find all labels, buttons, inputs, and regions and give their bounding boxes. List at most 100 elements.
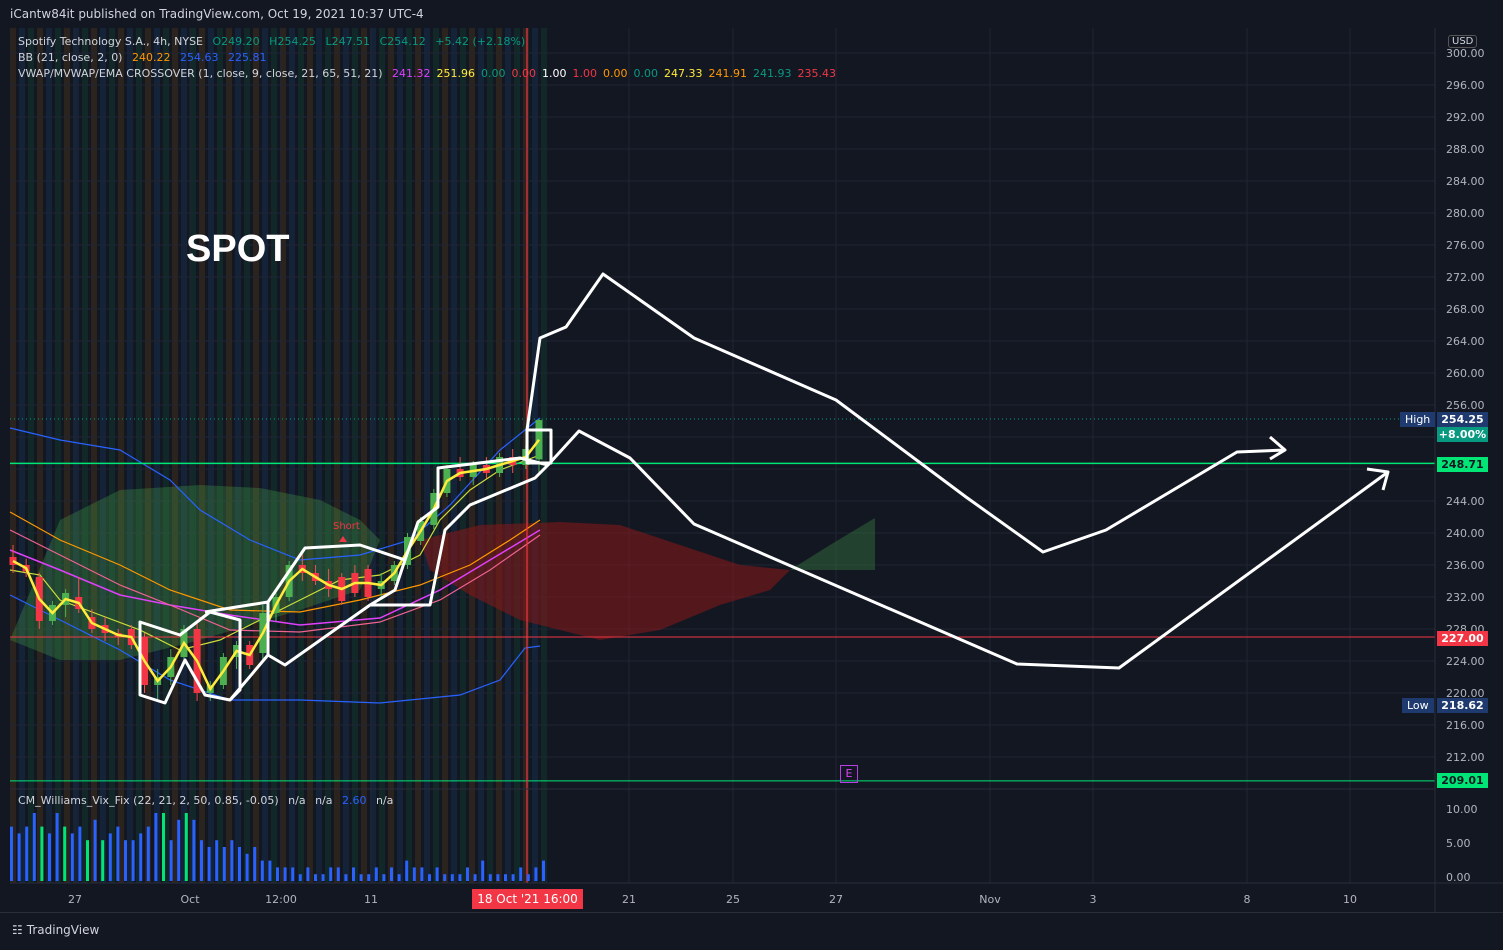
legend-vwap-name: VWAP/MVWAP/EMA CROSSOVER (1, close, 9, c… (18, 67, 383, 80)
session-stripe (244, 28, 250, 883)
session-stripe (424, 28, 430, 883)
vixfix-bar (352, 867, 355, 881)
vixfix-bar (108, 833, 112, 881)
session-stripe (253, 28, 259, 883)
legend-vixfix-v1: n/a (288, 794, 306, 807)
session-stripe (478, 28, 484, 883)
vixfix-bar (542, 860, 545, 881)
legend-vwap-value: 241.91 (708, 67, 748, 80)
vixfix-bar (86, 840, 89, 881)
vixfix-bar (298, 874, 302, 881)
bottom-level-tag: 209.01 (1437, 773, 1488, 788)
cloud-green-future (790, 518, 875, 570)
session-stripe (496, 28, 502, 883)
price-tick-label: 296.00 (1446, 79, 1485, 92)
vixfix-bar (443, 874, 447, 881)
session-stripe (271, 28, 277, 883)
price-tick-label: 280.00 (1446, 207, 1485, 220)
vixfix-bar (435, 867, 439, 881)
currency-badge[interactable]: USD (1448, 35, 1478, 48)
green-level-tag: 248.71 (1437, 457, 1488, 472)
session-stripe (388, 28, 394, 883)
session-stripe (190, 28, 196, 883)
vixfix-bar (48, 833, 51, 881)
price-tick-label: 232.00 (1446, 591, 1485, 604)
session-stripe (217, 28, 223, 883)
session-stripe (136, 28, 142, 883)
price-tick-label: 236.00 (1446, 559, 1485, 572)
vixfix-bar (481, 860, 485, 881)
vixfix-bar (78, 826, 82, 881)
session-stripe (226, 28, 232, 883)
session-stripe (100, 28, 106, 883)
vixfix-bar (336, 867, 340, 881)
legend-vwap-values: 241.32 251.96 0.00 0.00 1.00 1.00 0.00 0.00 247.… (392, 67, 842, 80)
session-stripe (199, 28, 205, 883)
price-tick-label: 256.00 (1446, 399, 1485, 412)
vixfix-bar (496, 874, 500, 881)
session-stripe (172, 28, 178, 883)
legend-change: +5.42 (+2.18%) (435, 35, 526, 48)
vixfix-bar (253, 847, 257, 881)
session-stripe (433, 28, 439, 883)
vixfix-bar (291, 867, 295, 881)
vixfix-bar (534, 867, 538, 881)
session-stripe (262, 28, 268, 883)
price-chart[interactable]: Short 300.00 296.00 292.00 288.00 284.00 280.… (0, 28, 1503, 912)
time-tick-label: 3 (1090, 893, 1097, 906)
vixfix-bar (215, 840, 219, 881)
vixfix-bar (230, 840, 234, 881)
legend-low: L247.51 (325, 35, 371, 48)
vixfix-bar (390, 867, 393, 881)
session-stripe (379, 28, 385, 883)
vixfix-bar (25, 826, 29, 881)
legend-vwap-value: 0.00 (603, 67, 628, 80)
vixfix-bar (192, 819, 196, 881)
vixfix-bar (93, 819, 97, 881)
session-stripe (316, 28, 322, 883)
session-stripe (352, 28, 358, 883)
vixfix-bar (450, 874, 454, 881)
footer: ☷ TradingView (0, 912, 1503, 950)
legend-open: O249.20 (212, 35, 260, 48)
vixfix-bar (382, 874, 386, 881)
price-tick-label: 212.00 (1446, 751, 1485, 764)
bullish-path (525, 272, 1286, 554)
session-stripe (163, 28, 169, 883)
session-stripe (451, 28, 457, 883)
tradingview-logo[interactable]: ☷ TradingView (12, 923, 99, 937)
low-label: Low (1402, 698, 1434, 713)
earnings-marker[interactable]: E (840, 765, 858, 783)
vixfix-bar (139, 833, 143, 881)
crosshair-date-tag: 18 Oct '21 16:00 (472, 889, 583, 909)
vixfix-bar (207, 847, 211, 881)
session-stripe (64, 28, 70, 883)
vixfix-bar (420, 867, 424, 881)
session-stripe (442, 28, 448, 883)
vixfix-bar (367, 874, 371, 881)
session-stripe (55, 28, 61, 883)
price-tick-label: 300.00 (1446, 47, 1485, 60)
vixfix-bar (321, 874, 325, 881)
vixfix-bar (162, 813, 165, 881)
session-stripe (487, 28, 493, 883)
bullish-arrowhead (1269, 435, 1287, 461)
legend-line-1: Spotify Technology S.A., 4h, NYSE O249.2… (18, 34, 531, 50)
tv-brand-text: TradingView (26, 923, 100, 937)
legend-vwap-value: 0.00 (481, 67, 506, 80)
legend-vixfix: CM_Williams_Vix_Fix (22, 21, 2, 50, 0.85… (18, 793, 399, 809)
legend-vixfix-v2: n/a (315, 794, 333, 807)
session-stripe (514, 28, 520, 883)
vixfix-bar (526, 874, 530, 881)
legend-symbol: Spotify Technology S.A., 4h, NYSE (18, 35, 204, 48)
price-tick-label: 292.00 (1446, 111, 1485, 124)
vixfix-bar (55, 813, 59, 881)
time-tick-label: 12:00 (265, 893, 297, 906)
session-stripe (10, 28, 16, 883)
price-tick-label: 244.00 (1446, 495, 1485, 508)
session-stripe (397, 28, 403, 883)
time-tick-label: 8 (1244, 893, 1251, 906)
vixfix-bar (70, 833, 74, 881)
legend-line-3: VWAP/MVWAP/EMA CROSSOVER (1, close, 9, c… (18, 66, 848, 82)
low-value-tag: 218.62 (1437, 698, 1488, 713)
